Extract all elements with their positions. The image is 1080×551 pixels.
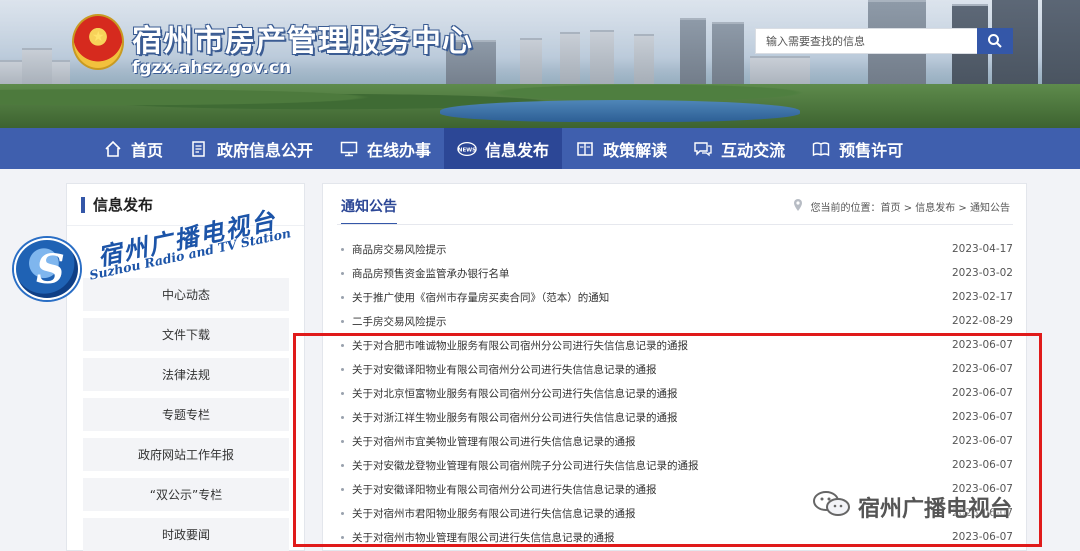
nav-item-online-service[interactable]: 在线办事 <box>326 128 444 169</box>
home-icon <box>103 139 123 159</box>
tab-divider <box>337 224 1013 225</box>
breadcrumb: 您当前的位置： 首页 > 信息发布 > 通知公告 <box>793 198 1010 215</box>
news-item[interactable]: 商品房交易风险提示 2023-04-17 <box>341 237 1013 261</box>
sidebar-accent-bar <box>81 196 85 213</box>
news-icon: NEWS <box>457 139 477 159</box>
news-title[interactable]: 二手房交易风险提示 <box>352 314 945 329</box>
nav-item-interaction[interactable]: 互动交流 <box>680 128 798 169</box>
svg-text:NEWS: NEWS <box>458 147 476 153</box>
nav-label: 政策解读 <box>603 140 668 160</box>
sidebar-item-downloads[interactable]: 文件下载 <box>83 318 289 351</box>
sidebar-item-laws[interactable]: 法律法规 <box>83 358 289 391</box>
open-book-icon <box>811 139 831 159</box>
tv-station-logo-icon: S <box>14 238 80 300</box>
nav-item-presale-permit[interactable]: 预售许可 <box>798 128 916 169</box>
news-date: 2023-04-17 <box>951 243 1013 255</box>
wechat-watermark: 宿州广播电视台 <box>812 489 1012 525</box>
news-item[interactable]: 商品房预售资金监管承办银行名单 2023-03-02 <box>341 261 1013 285</box>
tab-notices[interactable]: 通知公告 <box>341 196 397 225</box>
bullet <box>341 295 344 299</box>
news-date: 2022-08-29 <box>951 315 1013 327</box>
bullet <box>341 319 344 323</box>
breadcrumb-prefix: 您当前的位置： <box>810 203 881 214</box>
breadcrumb-path[interactable]: 首页 > 信息发布 > 通知公告 <box>881 199 1010 214</box>
location-pin-icon <box>793 198 803 215</box>
nav-label: 政府信息公开 <box>217 140 314 160</box>
sidebar-item-special-column[interactable]: 专题专栏 <box>83 398 289 431</box>
nav-label: 首页 <box>131 140 164 160</box>
news-date: 2023-02-17 <box>951 291 1013 303</box>
sidebar-item-current-affairs[interactable]: 时政要闻 <box>83 518 289 551</box>
header-banner: ★ 宿州市房产管理服务中心 fgzx.ahsz.gov.cn <box>0 0 1080 128</box>
monitor-icon <box>339 139 359 159</box>
site-domain: fgzx.ahsz.gov.cn <box>132 58 292 78</box>
nav-item-gov-info[interactable]: 政府信息公开 <box>176 128 326 169</box>
search-icon <box>988 34 1002 48</box>
sidebar-item-annual-report[interactable]: 政府网站工作年报 <box>83 438 289 471</box>
lake <box>440 100 800 122</box>
sidebar-item-double-publicity[interactable]: “双公示”专栏 <box>83 478 289 511</box>
sidebar-title: 信息发布 <box>93 196 154 214</box>
wechat-watermark-label: 宿州广播电视台 <box>858 497 1013 522</box>
bullet <box>341 271 344 275</box>
bullet <box>341 247 344 251</box>
news-item[interactable]: 二手房交易风险提示 2022-08-29 <box>341 309 1013 333</box>
main-nav: 首页 政府信息公开 在线办事 NEWS 信息发布 政策解读 互动交流 预售许可 <box>0 128 1080 169</box>
chat-icon <box>693 139 713 159</box>
news-item[interactable]: 关于推广使用《宿州市存量房买卖合同》（范本）的通知 2023-02-17 <box>341 285 1013 309</box>
news-date: 2023-03-02 <box>951 267 1013 279</box>
nav-item-info-release[interactable]: NEWS 信息发布 <box>444 128 563 169</box>
wechat-icon <box>812 489 852 525</box>
nav-item-home[interactable]: 首页 <box>90 128 176 169</box>
site-title: 宿州市房产管理服务中心 <box>132 24 473 59</box>
search-input[interactable] <box>756 29 978 53</box>
news-title[interactable]: 商品房交易风险提示 <box>352 242 945 257</box>
nav-label: 预售许可 <box>839 140 904 160</box>
search-button[interactable] <box>977 28 1013 54</box>
nav-item-policy[interactable]: 政策解读 <box>562 128 680 169</box>
nav-label: 在线办事 <box>367 140 432 160</box>
nav-label: 互动交流 <box>721 140 786 160</box>
news-title[interactable]: 关于推广使用《宿州市存量房买卖合同》（范本）的通知 <box>352 290 945 305</box>
document-icon <box>189 139 209 159</box>
national-emblem-icon: ★ <box>72 14 124 70</box>
search-box <box>755 28 1013 54</box>
book-icon <box>575 139 595 159</box>
tv-station-watermark: S 宿州广播电视台 Suzhou Radio and TV Station <box>10 206 310 304</box>
page: ★ 宿州市房产管理服务中心 fgzx.ahsz.gov.cn 首页 政府信 <box>0 0 1080 551</box>
news-title[interactable]: 商品房预售资金监管承办银行名单 <box>352 266 945 281</box>
nav-label: 信息发布 <box>485 140 550 160</box>
